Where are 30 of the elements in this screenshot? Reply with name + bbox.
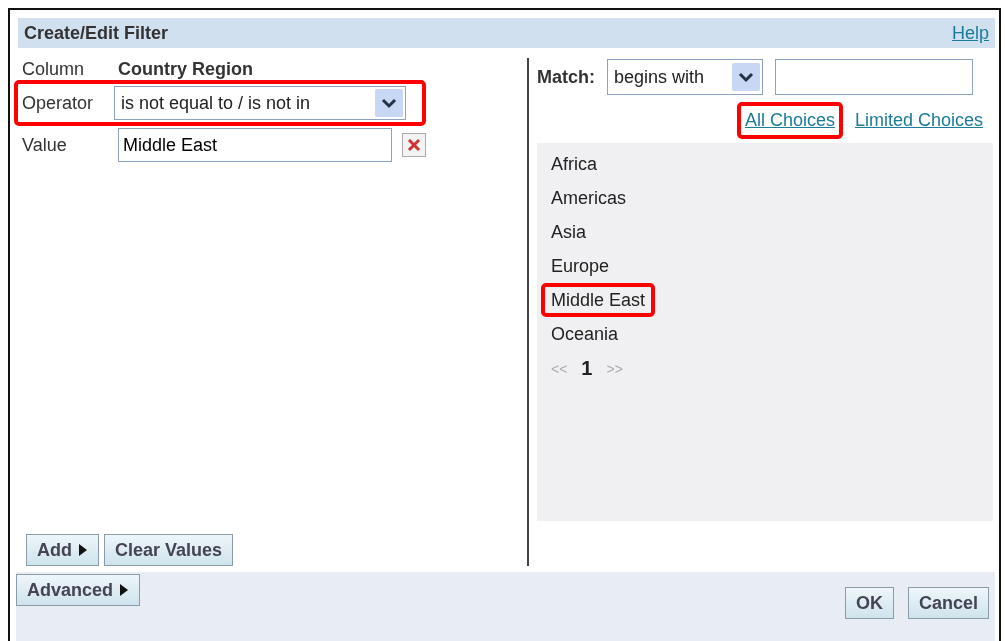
page-number: 1 [581, 357, 593, 380]
choice-item[interactable]: Europe [545, 253, 616, 279]
operator-dropdown[interactable]: is not equal to / is not in [114, 86, 406, 120]
dialog-title: Create/Edit Filter [24, 22, 169, 44]
match-dropdown[interactable]: begins with [607, 59, 763, 95]
triangle-icon [78, 543, 88, 557]
column-value: Country Region [118, 59, 253, 80]
choice-item[interactable]: Africa [545, 151, 603, 177]
triangle-icon [119, 583, 130, 597]
add-button[interactable]: Add [26, 534, 99, 566]
ok-button[interactable]: OK [844, 587, 894, 619]
cancel-button[interactable]: Cancel [907, 587, 989, 619]
match-label: Match: [537, 66, 595, 88]
clear-values-button[interactable]: Clear Values [104, 534, 234, 566]
advanced-button[interactable]: Advanced [16, 574, 141, 606]
caret-icon[interactable] [375, 89, 403, 117]
choices-link[interactable]: Limited Choices [854, 110, 983, 131]
help-link[interactable]: Help [951, 22, 989, 44]
choice-item[interactable]: Americas [545, 185, 632, 211]
remove-icon[interactable] [402, 133, 426, 157]
value-field[interactable]: Middle East [118, 128, 392, 162]
choice-item[interactable]: Oceania [545, 321, 625, 347]
operator-label: Operator [21, 92, 95, 114]
choice-item[interactable]: Middle East [545, 287, 652, 313]
caret-icon[interactable] [732, 63, 760, 91]
match-field[interactable] [775, 59, 973, 95]
column-label: Column [21, 59, 86, 80]
choices-link[interactable]: All Choices [744, 110, 835, 131]
choice-item[interactable]: Asia [545, 219, 592, 245]
value-label: Value [21, 134, 68, 156]
